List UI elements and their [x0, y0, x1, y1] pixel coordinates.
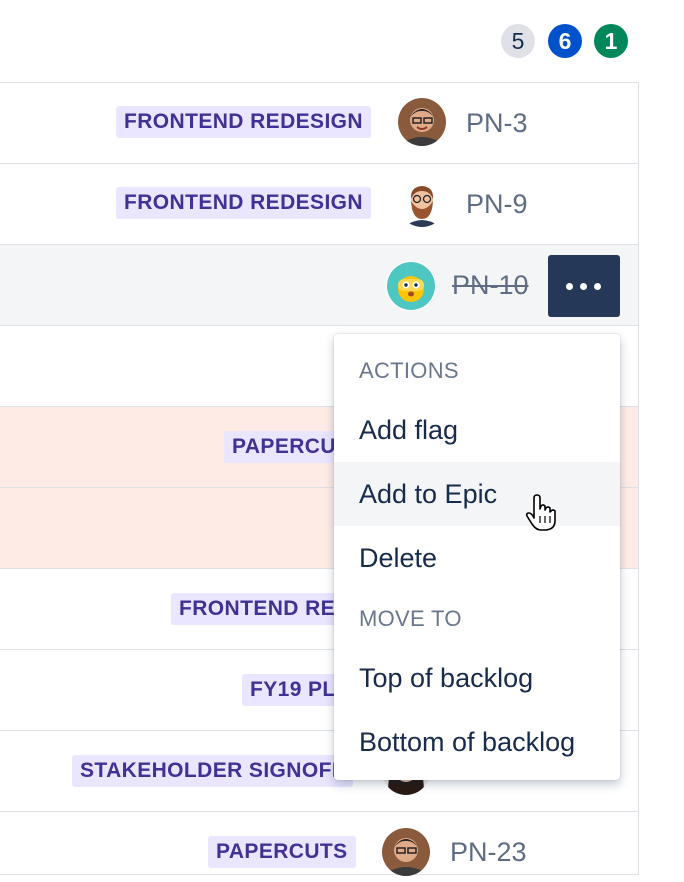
epic-lozenge[interactable]: FRONTEND REDESIGN: [116, 187, 371, 219]
issue-row[interactable]: FRONTEND REDESIGN PN-9: [0, 163, 638, 244]
issue-row[interactable]: PN-10: [0, 244, 638, 325]
done-count-badge: 1: [594, 24, 628, 58]
more-actions-button[interactable]: [548, 255, 620, 317]
more-actions-dropdown: ACTIONS Add flag Add to Epic Delete MOVE…: [334, 334, 620, 780]
menu-item-add-to-epic[interactable]: Add to Epic: [334, 462, 620, 526]
epic-lozenge[interactable]: FRONTEND REDESIGN: [116, 106, 371, 138]
issue-key[interactable]: PN-10: [452, 266, 529, 304]
in-progress-count-badge: 6: [548, 24, 582, 58]
epic-lozenge[interactable]: PAPERCUTS: [208, 836, 356, 868]
backlog-header: 5 6 1: [0, 0, 638, 82]
issue-row[interactable]: PAPERCUTS PN-23: [0, 811, 638, 876]
issue-key[interactable]: PN-9: [466, 185, 528, 223]
todo-count-badge: 5: [501, 24, 535, 58]
menu-item-delete[interactable]: Delete: [334, 526, 620, 590]
menu-item-bottom-of-backlog[interactable]: Bottom of backlog: [334, 710, 620, 774]
avatar[interactable]: [382, 828, 430, 876]
issue-key[interactable]: PN-3: [466, 104, 528, 142]
issue-key[interactable]: PN-23: [450, 833, 527, 871]
avatar[interactable]: [398, 98, 446, 146]
hand-pointer-icon: [525, 494, 556, 531]
epic-lozenge[interactable]: STAKEHOLDER SIGNOFF: [72, 755, 354, 787]
avatar[interactable]: [398, 179, 446, 227]
avatar[interactable]: [386, 261, 436, 311]
issue-row[interactable]: FRONTEND REDESIGN PN-3: [0, 82, 638, 163]
menu-item-add-flag[interactable]: Add flag: [334, 398, 620, 462]
menu-group-move-to-heading: MOVE TO: [359, 606, 462, 631]
menu-item-top-of-backlog[interactable]: Top of backlog: [334, 646, 620, 710]
menu-group-actions-heading: ACTIONS: [359, 358, 459, 383]
